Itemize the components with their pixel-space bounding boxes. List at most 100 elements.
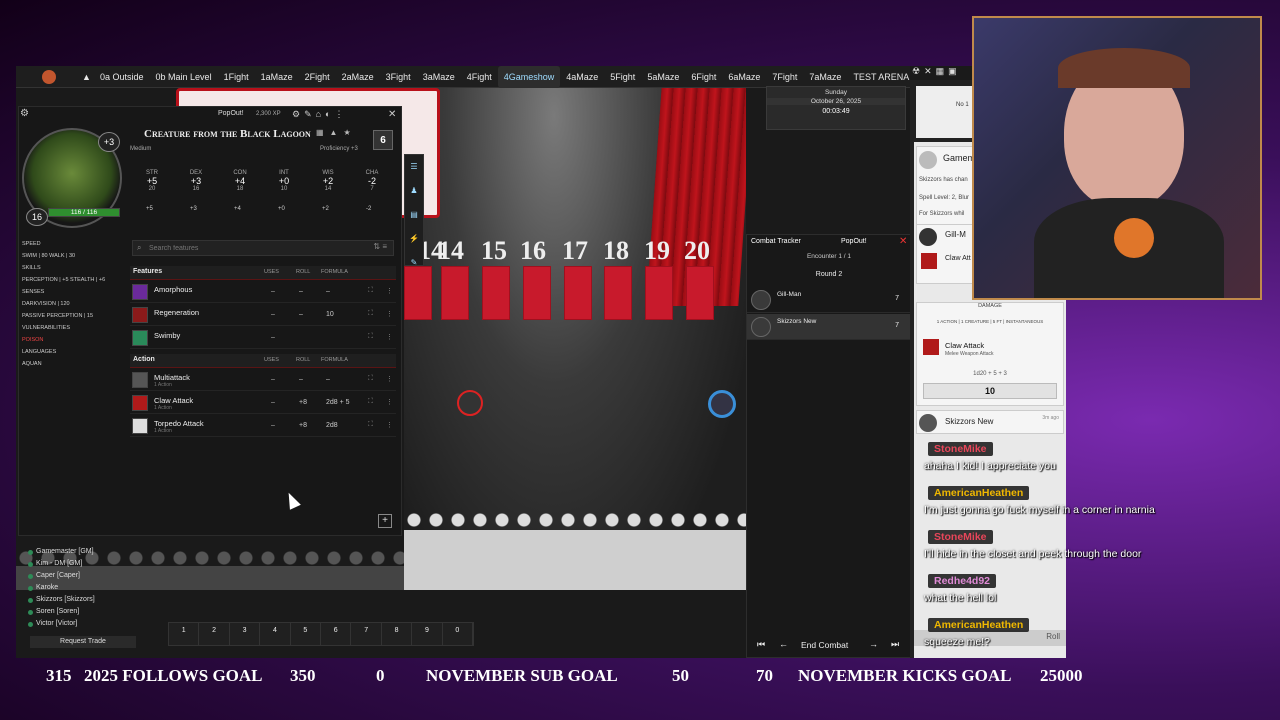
- scene-tab[interactable]: TEST ARENA: [847, 66, 915, 88]
- action-roll[interactable]: –: [299, 376, 303, 383]
- token-skizzors[interactable]: [708, 390, 736, 418]
- door[interactable]: [441, 266, 469, 320]
- hotbar-slot[interactable]: 6: [321, 623, 352, 645]
- action-row[interactable]: Multiattack 1 Action – – – ⛶ ⋮: [130, 369, 396, 391]
- stat-dex[interactable]: DEX +3 16: [176, 170, 216, 192]
- tool-strip[interactable]: ☰ ♟ ▤ ⚡ ✎: [404, 154, 424, 267]
- feature-formula[interactable]: –: [326, 288, 330, 295]
- player-item[interactable]: Skizzors [Skizzors]: [26, 594, 136, 606]
- player-item[interactable]: Gamemaster [GM]: [26, 546, 136, 558]
- scene-tab[interactable]: 0b Main Level: [150, 66, 218, 88]
- roll-total[interactable]: 10: [923, 383, 1057, 399]
- scene-tab[interactable]: 7Fight: [766, 66, 803, 88]
- combatant-row-active[interactable]: Skizzors New 7: [747, 314, 911, 340]
- prev-turn-icon[interactable]: ←: [779, 639, 788, 649]
- hotbar-slot[interactable]: 5: [291, 623, 322, 645]
- more-icon[interactable]: ⋮: [386, 310, 393, 318]
- scene-tab[interactable]: 0a Outside: [94, 66, 150, 88]
- feature-row[interactable]: Amorphous – – – ⛶ ⋮: [130, 281, 396, 303]
- feature-formula[interactable]: 10: [326, 311, 334, 318]
- stage-map[interactable]: [404, 86, 746, 590]
- scene-tab[interactable]: 6Fight: [685, 66, 722, 88]
- close-icon[interactable]: ✕: [388, 109, 396, 120]
- scene-tab[interactable]: 6aMaze: [722, 66, 766, 88]
- door[interactable]: [404, 266, 432, 320]
- scene-tab[interactable]: 1Fight: [218, 66, 255, 88]
- scene-tab[interactable]: 2aMaze: [336, 66, 380, 88]
- chevron-up-icon[interactable]: ▲: [76, 66, 94, 88]
- more-icon[interactable]: ⋮: [386, 398, 393, 406]
- action-roll[interactable]: +8: [299, 422, 307, 429]
- player-item[interactable]: Kim - DM [GM]: [26, 558, 136, 570]
- scene-tab[interactable]: 5Fight: [604, 66, 641, 88]
- more-icon[interactable]: ⋮: [386, 375, 393, 383]
- feature-row[interactable]: Regeneration – – 10 ⛶ ⋮: [130, 304, 396, 326]
- more-icon[interactable]: ⋮: [386, 333, 393, 341]
- close-icon[interactable]: ✕: [899, 236, 907, 247]
- save-value[interactable]: +3: [190, 206, 197, 212]
- scene-tab[interactable]: 4aMaze: [560, 66, 604, 88]
- player-item[interactable]: Karoke: [26, 582, 136, 594]
- search-input[interactable]: [149, 242, 329, 254]
- popout-button[interactable]: PopOut!: [218, 110, 244, 117]
- expand-icon[interactable]: ⛶: [368, 287, 373, 295]
- feature-row[interactable]: Swimby – ⛶ ⋮: [130, 327, 396, 349]
- add-icon[interactable]: +: [378, 514, 392, 528]
- sheet-toolbar-icons[interactable]: ⚙✎⌂◐⋮: [292, 109, 347, 120]
- feature-search[interactable]: ⌕ ⇅ ≡: [132, 240, 394, 256]
- save-value[interactable]: +2: [322, 206, 329, 212]
- roll-button[interactable]: Roll: [1046, 632, 1060, 641]
- stat-con[interactable]: CON +4 18: [220, 170, 260, 192]
- hotbar-slot[interactable]: 0: [443, 623, 474, 645]
- door[interactable]: [645, 266, 673, 320]
- expand-icon[interactable]: ⛶: [368, 310, 373, 318]
- save-value[interactable]: +5: [146, 206, 153, 212]
- action-formula[interactable]: 2d8: [326, 422, 338, 429]
- stat-wis[interactable]: WIS +2 14: [308, 170, 348, 192]
- scene-tab[interactable]: 5aMaze: [641, 66, 685, 88]
- combatant-row[interactable]: Gill-Man 7: [747, 287, 911, 313]
- action-formula[interactable]: 2d8 + 5: [326, 399, 350, 406]
- hp-bar[interactable]: 116 / 116: [48, 208, 120, 217]
- token-gill-man[interactable]: [457, 390, 483, 416]
- next-turn-icon[interactable]: →: [869, 639, 878, 649]
- door[interactable]: [482, 266, 510, 320]
- initiative-value[interactable]: 7: [895, 322, 899, 329]
- hotbar-slot[interactable]: 1: [169, 623, 200, 645]
- more-icon[interactable]: ⋮: [386, 421, 393, 429]
- sheet-action-icons[interactable]: ▦▲★: [316, 128, 357, 137]
- door[interactable]: [686, 266, 714, 320]
- hotbar-slot[interactable]: 3: [230, 623, 261, 645]
- action-formula[interactable]: –: [326, 376, 330, 383]
- expand-icon[interactable]: ⛶: [368, 421, 373, 429]
- request-trade-button[interactable]: Request Trade: [30, 636, 136, 648]
- gear-icon[interactable]: ⚙: [20, 108, 34, 122]
- feature-roll[interactable]: –: [299, 311, 303, 318]
- door[interactable]: [564, 266, 592, 320]
- save-value[interactable]: +0: [278, 206, 285, 212]
- expand-icon[interactable]: ⛶: [368, 398, 373, 406]
- expand-icon[interactable]: ⛶: [368, 375, 373, 383]
- save-value[interactable]: +4: [234, 206, 241, 212]
- initiative-value[interactable]: 7: [895, 295, 899, 302]
- combat-popout-button[interactable]: PopOut!: [841, 238, 867, 245]
- scene-tab[interactable]: 1aMaze: [255, 66, 299, 88]
- scene-tab[interactable]: 3Fight: [380, 66, 417, 88]
- feature-roll[interactable]: –: [299, 288, 303, 295]
- stat-int[interactable]: INT +0 10: [264, 170, 304, 192]
- scene-tab[interactable]: 4Fight: [461, 66, 498, 88]
- hotbar-slot[interactable]: 8: [382, 623, 413, 645]
- hotbar-slot[interactable]: 4: [260, 623, 291, 645]
- last-turn-icon[interactable]: ⏭: [891, 639, 899, 650]
- sidebar-tabs[interactable]: ☢✕▦▣: [910, 66, 974, 80]
- scene-tab-active[interactable]: 4Gameshow: [497, 65, 561, 88]
- action-roll[interactable]: +8: [299, 399, 307, 406]
- player-item[interactable]: Victor [Victor]: [26, 618, 136, 630]
- more-icon[interactable]: ⋮: [386, 287, 393, 295]
- filter-icon[interactable]: ⇅ ≡: [373, 242, 387, 251]
- player-item[interactable]: Caper [Caper]: [26, 570, 136, 582]
- save-value[interactable]: -2: [366, 206, 371, 212]
- hotbar-slot[interactable]: 7: [351, 623, 382, 645]
- player-item[interactable]: Soren [Soren]: [26, 606, 136, 618]
- first-turn-icon[interactable]: ⏮: [757, 639, 765, 650]
